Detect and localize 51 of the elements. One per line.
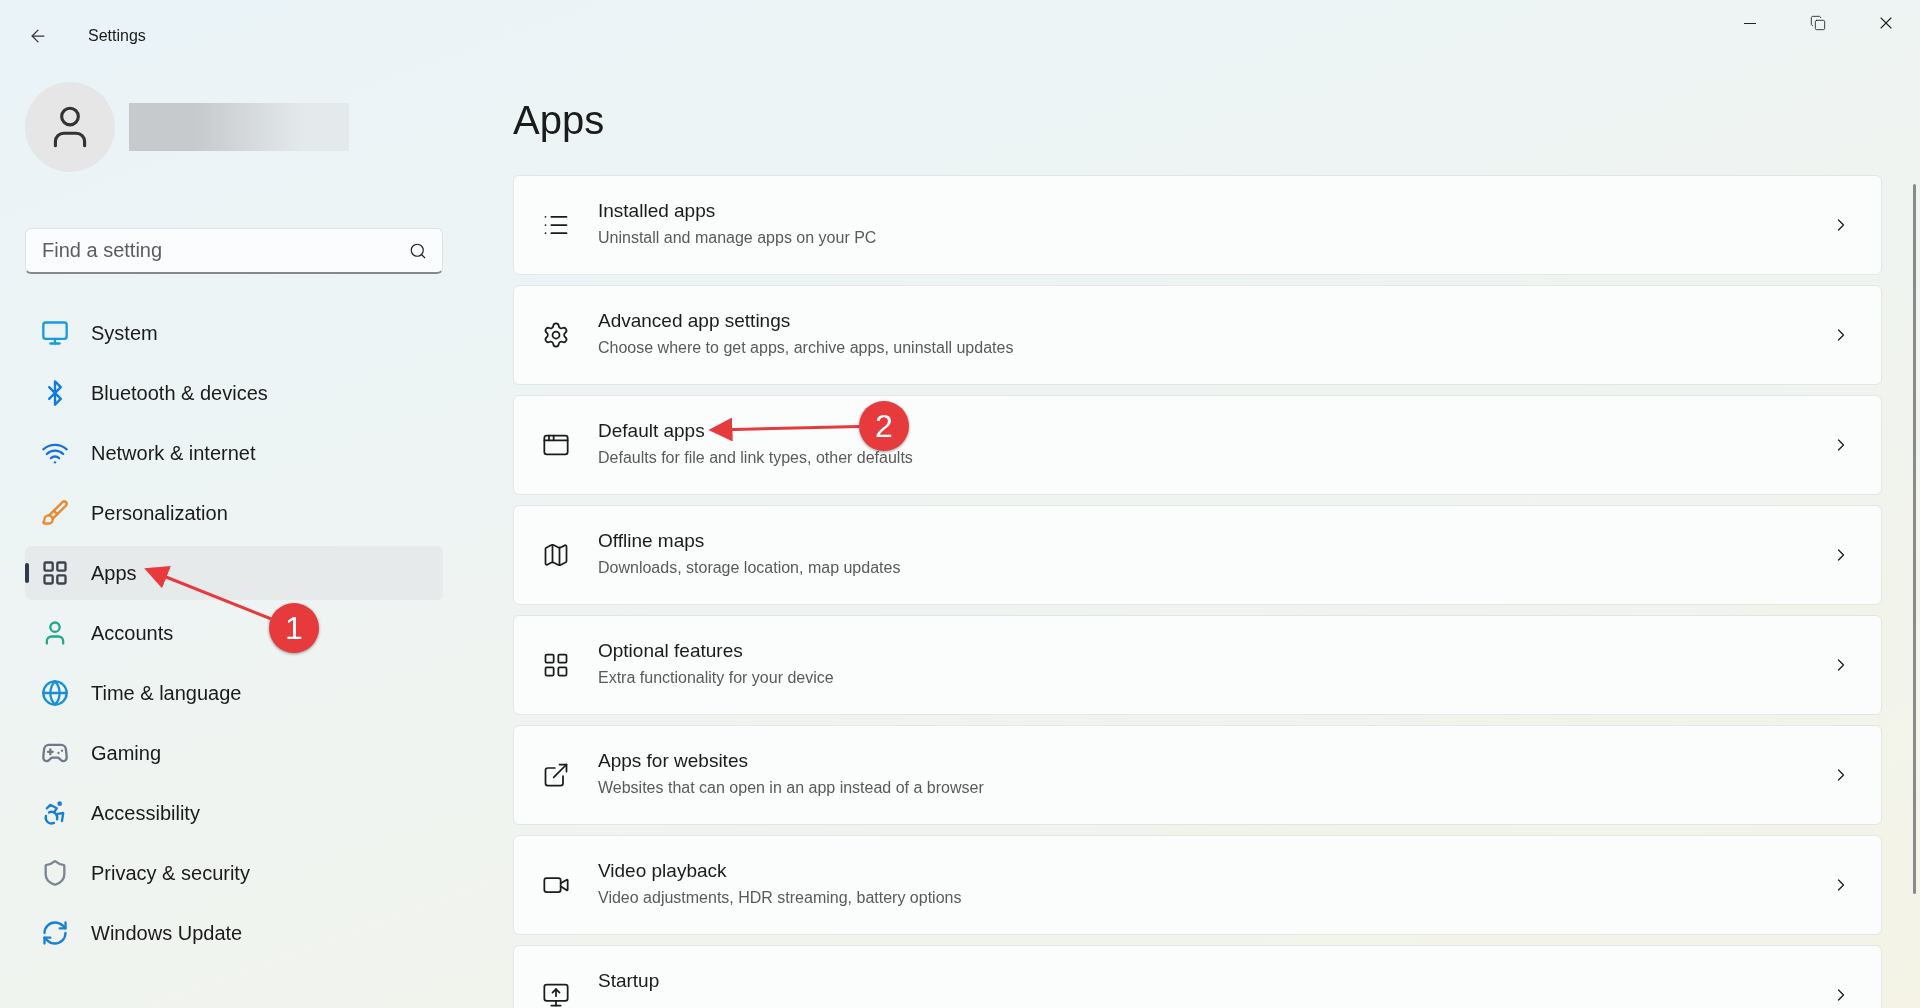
settings-card[interactable]: Advanced app settings Choose where to get apps, archive apps, uninstall updates (513, 285, 1882, 385)
card-title: Installed apps (598, 200, 716, 222)
nav-item[interactable]: Apps (25, 546, 443, 600)
step-number-badge: 1 (269, 603, 319, 653)
nav-item[interactable]: Accessibility (25, 786, 212, 840)
nav-item[interactable]: Accounts (25, 606, 186, 660)
nav-item[interactable]: Network & internet (25, 426, 268, 480)
external-link-icon (542, 761, 570, 789)
restore-icon (1810, 15, 1826, 31)
window-title: Settings (88, 27, 146, 45)
scrollbar[interactable] (1913, 184, 1916, 894)
nav-item[interactable]: Windows Update (25, 906, 255, 960)
card-description: Choose where to get apps, archive apps, uninstall updates (598, 339, 1014, 357)
settings-card[interactable]: Apps for websites Websites that can open in an app instead of a browser (513, 725, 1882, 825)
nav-item[interactable]: System (25, 306, 170, 360)
search-field[interactable]: Find a setting (25, 228, 443, 274)
card-description: Video adjustments, HDR streaming, battery options (598, 889, 962, 907)
card-description: Defaults for file and link types, other defaults (598, 449, 913, 467)
nav-item[interactable]: Bluetooth & devices (25, 366, 280, 420)
card-description: Websites that can open in an app instead of a browser (598, 779, 984, 797)
brush-icon (41, 499, 69, 527)
card-description: Extra functionality for your device (598, 669, 834, 687)
nav-item[interactable]: Privacy & security (25, 846, 262, 900)
settings-card[interactable]: Installed apps Uninstall and manage apps on your PC (513, 175, 1882, 275)
map-icon (542, 541, 570, 569)
refresh-icon (41, 919, 69, 947)
apps-grid-icon (41, 559, 69, 587)
card-description: Downloads, storage location, map updates (598, 559, 901, 577)
search-icon (409, 242, 427, 260)
page-title: Apps (513, 98, 606, 143)
grid-icon (542, 651, 570, 679)
card-title: Advanced app settings (598, 310, 791, 332)
card-title: Optional features (598, 640, 743, 662)
settings-card[interactable]: Video playback Video adjustments, HDR streaming, battery options (513, 835, 1882, 935)
globe-icon (41, 679, 69, 707)
gear-icon (542, 321, 570, 349)
card-title: Startup (598, 970, 660, 992)
nav-item[interactable]: Gaming (25, 726, 174, 780)
card-title: Offline maps (598, 530, 705, 552)
monitor-icon (41, 319, 69, 347)
settings-card[interactable]: Startup (513, 945, 1882, 1008)
card-title: Apps for websites (598, 750, 748, 772)
card-description: Uninstall and manage apps on your PC (598, 229, 877, 247)
nav-item[interactable]: Personalization (25, 486, 240, 540)
settings-card[interactable]: Offline maps Downloads, storage location, map updates (513, 505, 1882, 605)
card-title: Default apps (598, 420, 705, 442)
settings-card[interactable]: Optional features Extra functionality for your device (513, 615, 1882, 715)
minimize-icon (1744, 22, 1756, 24)
nav-item[interactable]: Time & language (25, 666, 254, 720)
card-title: Video playback (598, 860, 727, 882)
monitor-arrow-icon (542, 981, 570, 1008)
